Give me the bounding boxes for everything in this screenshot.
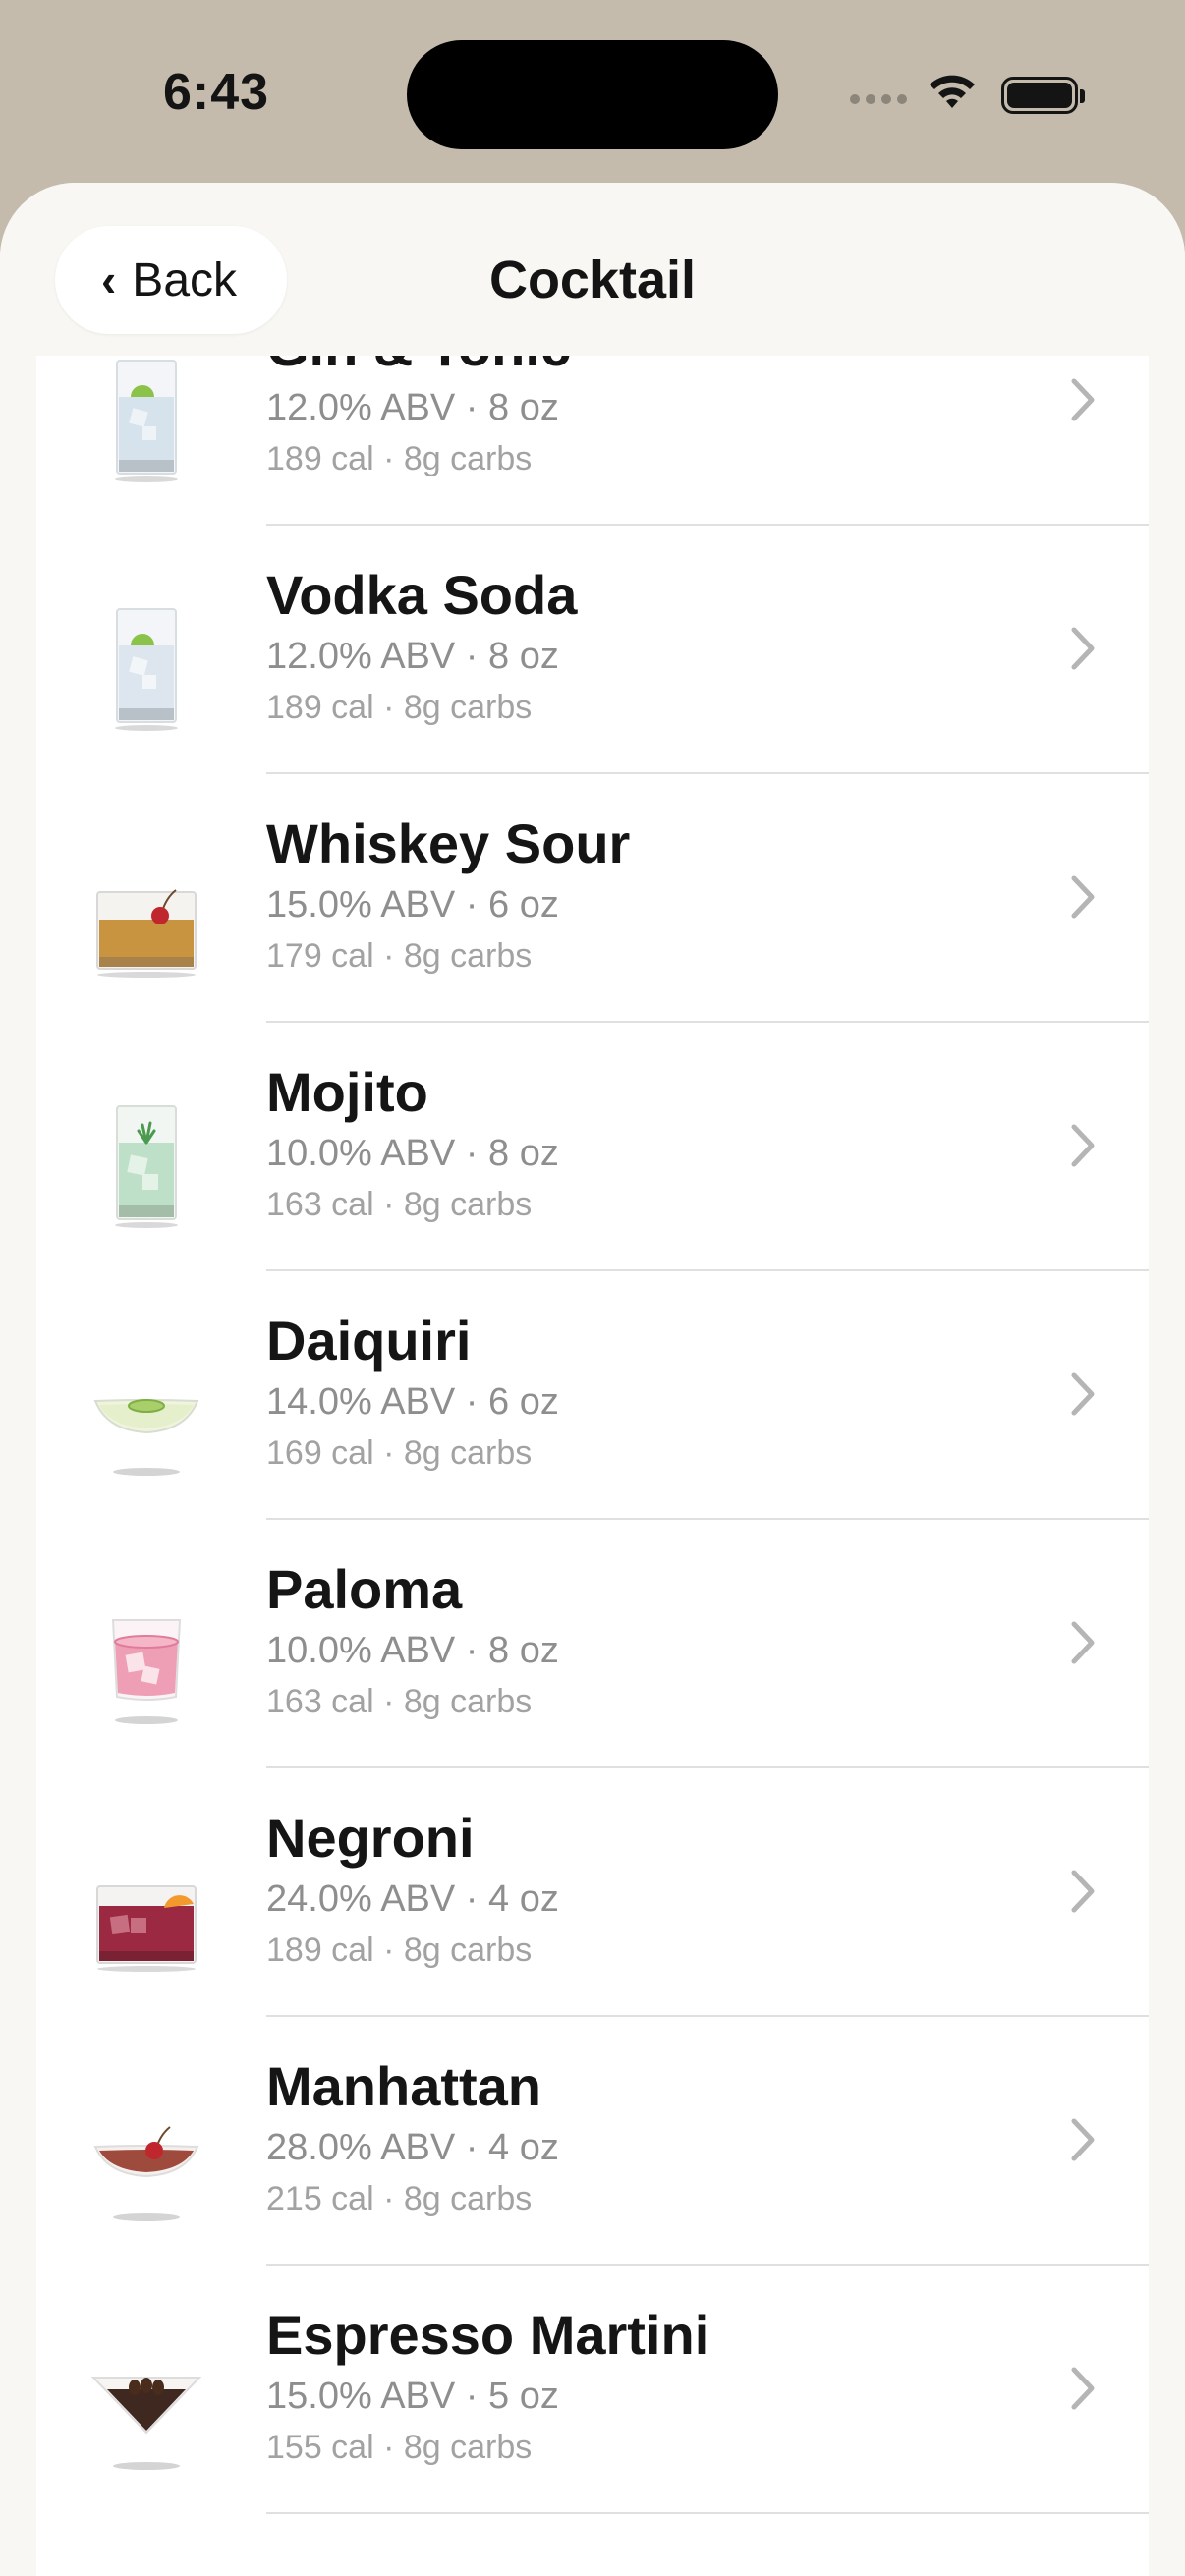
row-divider — [266, 2512, 1149, 2514]
chevron-right-icon — [1071, 2367, 1095, 2410]
drink-nutrition: 169 cal · 8g carbs — [266, 1434, 533, 1472]
tumbler-pink-icon — [111, 1619, 182, 1724]
highball-mint-icon — [115, 1105, 178, 1228]
chevron-right-icon — [1071, 1870, 1095, 1913]
drink-abv-volume: 12.0% ABV · 8 oz — [266, 636, 559, 677]
drink-name: Paloma — [266, 1558, 463, 1620]
drink-abv-volume: 15.0% ABV · 5 oz — [266, 2376, 559, 2417]
rocks-cherry-icon — [96, 889, 197, 978]
status-bar: 6:43 — [0, 0, 1185, 187]
drink-abv-volume: 14.0% ABV · 6 oz — [266, 1381, 559, 1423]
highball-lime-icon — [115, 608, 178, 731]
drink-nutrition: 179 cal · 8g carbs — [266, 937, 533, 975]
dynamic-island — [407, 40, 778, 149]
drink-nutrition: 155 cal · 8g carbs — [266, 2429, 533, 2466]
drink-nutrition: 189 cal · 8g carbs — [266, 1932, 533, 1969]
list-item[interactable]: Mojito 10.0% ABV · 8 oz 163 cal · 8g car… — [36, 1023, 1149, 1271]
modal-sheet: ‹ Back Cocktail Gin & Tonic 12.0% ABV · … — [0, 183, 1185, 2576]
coupe-lime-icon — [93, 1399, 199, 1476]
drink-name: Manhattan — [266, 2055, 541, 2117]
cellular-signal-icon — [850, 94, 907, 104]
list-item[interactable]: Paloma 10.0% ABV · 8 oz 163 cal · 8g car… — [36, 1520, 1149, 1768]
drink-name: Gin & Tonic — [266, 356, 571, 378]
drink-abv-volume: 28.0% ABV · 4 oz — [266, 2127, 559, 2168]
rocks-orange-icon — [96, 1885, 197, 1972]
drink-abv-volume: 12.0% ABV · 8 oz — [266, 387, 559, 428]
drink-name: Espresso Martini — [266, 2304, 710, 2366]
list-item[interactable]: Manhattan 28.0% ABV · 4 oz 215 cal · 8g … — [36, 2017, 1149, 2266]
drink-abv-volume: 10.0% ABV · 8 oz — [266, 1133, 559, 1174]
list-item[interactable]: Daiquiri 14.0% ABV · 6 oz 169 cal · 8g c… — [36, 1271, 1149, 1520]
chevron-right-icon — [1071, 875, 1095, 919]
list-item[interactable]: Vodka Soda 12.0% ABV · 8 oz 189 cal · 8g… — [36, 526, 1149, 774]
chevron-right-icon — [1071, 378, 1095, 421]
drink-name: Vodka Soda — [266, 564, 578, 626]
chevron-right-icon — [1071, 1621, 1095, 1664]
drink-name: Daiquiri — [266, 1310, 472, 1372]
chevron-right-icon — [1071, 1372, 1095, 1416]
drink-name: Mojito — [266, 1061, 428, 1123]
chevron-right-icon — [1071, 627, 1095, 670]
page-title: Cocktail — [488, 251, 697, 309]
battery-icon — [1001, 77, 1085, 114]
status-time: 6:43 — [163, 64, 270, 121]
drink-abv-volume: 15.0% ABV · 6 oz — [266, 884, 559, 925]
drink-nutrition: 215 cal · 8g carbs — [266, 2180, 533, 2217]
drink-abv-volume: 10.0% ABV · 8 oz — [266, 1630, 559, 1671]
list-item[interactable]: Whiskey Sour 15.0% ABV · 6 oz 179 cal · … — [36, 774, 1149, 1023]
highball-lime-icon — [115, 360, 178, 482]
martini-coffee-icon — [90, 2377, 202, 2470]
list-item[interactable]: Negroni 24.0% ABV · 4 oz 189 cal · 8g ca… — [36, 1768, 1149, 2017]
drink-nutrition: 189 cal · 8g carbs — [266, 689, 533, 726]
chevron-right-icon — [1071, 1124, 1095, 1167]
drink-nutrition: 163 cal · 8g carbs — [266, 1186, 533, 1223]
chevron-right-icon — [1071, 2118, 1095, 2161]
drink-abv-volume: 24.0% ABV · 4 oz — [266, 1878, 559, 1920]
coupe-cherry-icon — [93, 2126, 199, 2221]
wifi-icon — [930, 75, 975, 108]
drink-nutrition: 189 cal · 8g carbs — [266, 440, 533, 477]
list-item[interactable]: Espresso Martini 15.0% ABV · 5 oz 155 ca… — [36, 2266, 1149, 2514]
navigation-bar: ‹ Back Cocktail — [0, 183, 1185, 356]
drink-nutrition: 163 cal · 8g carbs — [266, 1683, 533, 1720]
drink-list: Gin & Tonic 12.0% ABV · 8 oz 189 cal · 8… — [36, 356, 1149, 2576]
drink-name: Whiskey Sour — [266, 812, 631, 874]
drink-name: Negroni — [266, 1807, 475, 1869]
list-item[interactable]: Gin & Tonic 12.0% ABV · 8 oz 189 cal · 8… — [36, 356, 1149, 526]
